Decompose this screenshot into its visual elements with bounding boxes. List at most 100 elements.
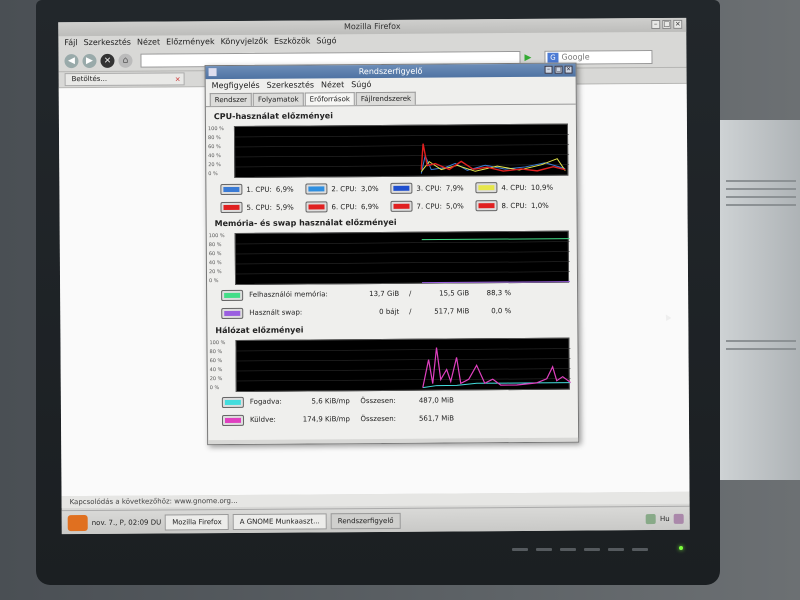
color-swatch[interactable]: [305, 183, 328, 195]
cpu-label: 3. CPU:: [416, 184, 442, 193]
menu-bookmarks[interactable]: Könyvjelzők: [221, 35, 268, 49]
minimize-button[interactable]: –: [651, 19, 661, 30]
taskbar-system-monitor[interactable]: Rendszerfigyelő: [330, 512, 401, 529]
cpu-label: 7. CPU:: [416, 202, 443, 211]
sent-rate: 174,9 KiB/mp: [302, 415, 351, 424]
close-button[interactable]: ×: [564, 65, 573, 74]
menu-edit[interactable]: Szerkesztés: [84, 36, 131, 50]
monitor-button[interactable]: [512, 548, 528, 551]
forward-arrow-icon[interactable]: ▶: [82, 53, 97, 68]
menu-view[interactable]: Nézet: [321, 78, 344, 92]
system-monitor-title: Rendszerfigyelő: [358, 66, 423, 77]
trash-icon[interactable]: [673, 513, 684, 524]
color-swatch[interactable]: [221, 307, 244, 319]
cpu-value: 6,9%: [275, 185, 294, 194]
maximize-button[interactable]: □: [662, 19, 672, 29]
bottom-panel: nov. 7., P, 02:09 DU Mozilla Firefox A G…: [61, 505, 690, 535]
memory-graph-svg: [235, 238, 571, 284]
network-received-row: Fogadva: 5,6 KiB/mp Összesen: 487,0 MiB: [208, 392, 578, 411]
close-button[interactable]: ×: [673, 19, 683, 29]
system-monitor-titlebar[interactable]: Rendszerfigyelő – □ ×: [205, 63, 576, 80]
firefox-title: Mozilla Firefox: [343, 21, 401, 32]
memory-usage-row: Felhasználói memória: 13,7 GiB / 15,5 Gi…: [207, 285, 577, 304]
swap-label: Használt swap:: [249, 308, 303, 317]
y-label: 80 %: [208, 242, 222, 249]
screen: Mozilla Firefox – □ × Fájl Szerkesztés N…: [58, 17, 690, 535]
received-rate: 5,6 KiB/mp: [311, 397, 350, 406]
received-label: Fogadva:: [249, 397, 282, 406]
network-y-labels: 100 % 80 % 60 % 40 % 20 % 0 %: [209, 340, 235, 394]
color-swatch[interactable]: [220, 183, 243, 196]
tab-processes[interactable]: Folyamatok: [252, 92, 304, 106]
color-swatch[interactable]: [220, 201, 243, 214]
cpu-legend-item: 2. CPU: 3,0%: [305, 183, 390, 195]
swap-used: 0 bájt: [379, 307, 400, 316]
y-label: 0 %: [208, 171, 218, 178]
monitor-button[interactable]: [608, 548, 624, 551]
color-swatch[interactable]: [221, 414, 245, 426]
home-icon[interactable]: ⌂: [118, 53, 133, 68]
cpu-value: 1,0%: [530, 201, 549, 210]
cpu-legend-row: 1. CPU: 6,9% 2. CPU: 3,0% 3. CPU: 7,9% 4. C…: [206, 181, 576, 197]
memory-history-graph: [234, 230, 571, 285]
tab-loading[interactable]: Betöltés... ×: [64, 72, 185, 87]
total-label: Összesen:: [360, 414, 397, 424]
monitor-button[interactable]: [632, 548, 648, 551]
menu-help[interactable]: Súgó: [316, 34, 336, 48]
cpu-legend-item: 8. CPU: 1,0%: [475, 200, 560, 212]
menu-history[interactable]: Előzmények: [166, 35, 215, 49]
y-label: 40 %: [208, 153, 221, 160]
stop-icon[interactable]: ×: [100, 53, 115, 68]
cpu-legend-item: 4. CPU: 10,9%: [475, 182, 560, 194]
swap-percent: 0,0 %: [491, 307, 512, 316]
cpu-label: 6. CPU:: [331, 202, 358, 211]
y-label: 60 %: [208, 251, 222, 258]
color-swatch[interactable]: [475, 182, 498, 194]
y-label: 60 %: [208, 144, 221, 151]
go-arrow-icon[interactable]: ▶: [524, 52, 534, 62]
color-swatch[interactable]: [305, 201, 328, 213]
monitor-button[interactable]: [584, 548, 600, 551]
color-swatch[interactable]: [390, 200, 413, 212]
y-label: 100 %: [207, 126, 224, 133]
color-swatch[interactable]: [221, 289, 244, 301]
close-tab-icon[interactable]: ×: [175, 74, 181, 85]
cpu-legend-item: 3. CPU: 7,9%: [390, 182, 475, 194]
tray-icon[interactable]: [645, 513, 657, 524]
y-label: 20 %: [209, 376, 223, 383]
tab-resources[interactable]: Erőforrások: [304, 92, 355, 106]
memory-label: Felhasználói memória:: [249, 290, 328, 299]
color-swatch[interactable]: [221, 396, 244, 408]
menu-file[interactable]: Fájl: [64, 36, 77, 50]
y-label: 80 %: [209, 349, 223, 356]
y-label: 60 %: [209, 358, 223, 365]
cpu-value: 3,0%: [360, 184, 379, 193]
menu-view[interactable]: Nézet: [137, 35, 160, 49]
color-swatch[interactable]: [390, 182, 413, 194]
back-arrow-icon[interactable]: ◀: [64, 53, 79, 68]
keyboard-layout[interactable]: Hu: [660, 514, 670, 522]
clock[interactable]: nov. 7., P, 02:09 DU: [92, 518, 162, 526]
cpu-value: 5,9%: [275, 203, 294, 212]
monitor-button[interactable]: [560, 548, 576, 551]
power-led: [679, 546, 683, 550]
tab-filesystems[interactable]: Fájlrendszerek: [355, 91, 417, 106]
menu-help[interactable]: Súgó: [351, 78, 371, 92]
minimize-button[interactable]: –: [544, 65, 553, 74]
cpu-value: 7,9%: [445, 183, 464, 192]
google-icon[interactable]: G: [547, 52, 559, 63]
taskbar-gnome-workspace[interactable]: A GNOME Munkaaszt...: [232, 512, 327, 530]
gnome-foot-icon[interactable]: [67, 514, 88, 531]
maximize-button[interactable]: □: [554, 65, 563, 74]
y-label: 100 %: [209, 340, 226, 347]
memory-percent: 88,3 %: [486, 289, 512, 298]
y-label: 80 %: [208, 135, 221, 142]
taskbar-firefox[interactable]: Mozilla Firefox: [165, 513, 229, 530]
side-device: [718, 120, 800, 480]
menu-tools[interactable]: Eszközök: [274, 34, 310, 48]
color-swatch[interactable]: [475, 200, 498, 212]
menu-monitor[interactable]: Megfigyelés: [212, 79, 260, 93]
tab-system[interactable]: Rendszer: [209, 92, 253, 107]
menu-edit[interactable]: Szerkesztés: [267, 78, 314, 92]
monitor-button[interactable]: [536, 548, 552, 551]
